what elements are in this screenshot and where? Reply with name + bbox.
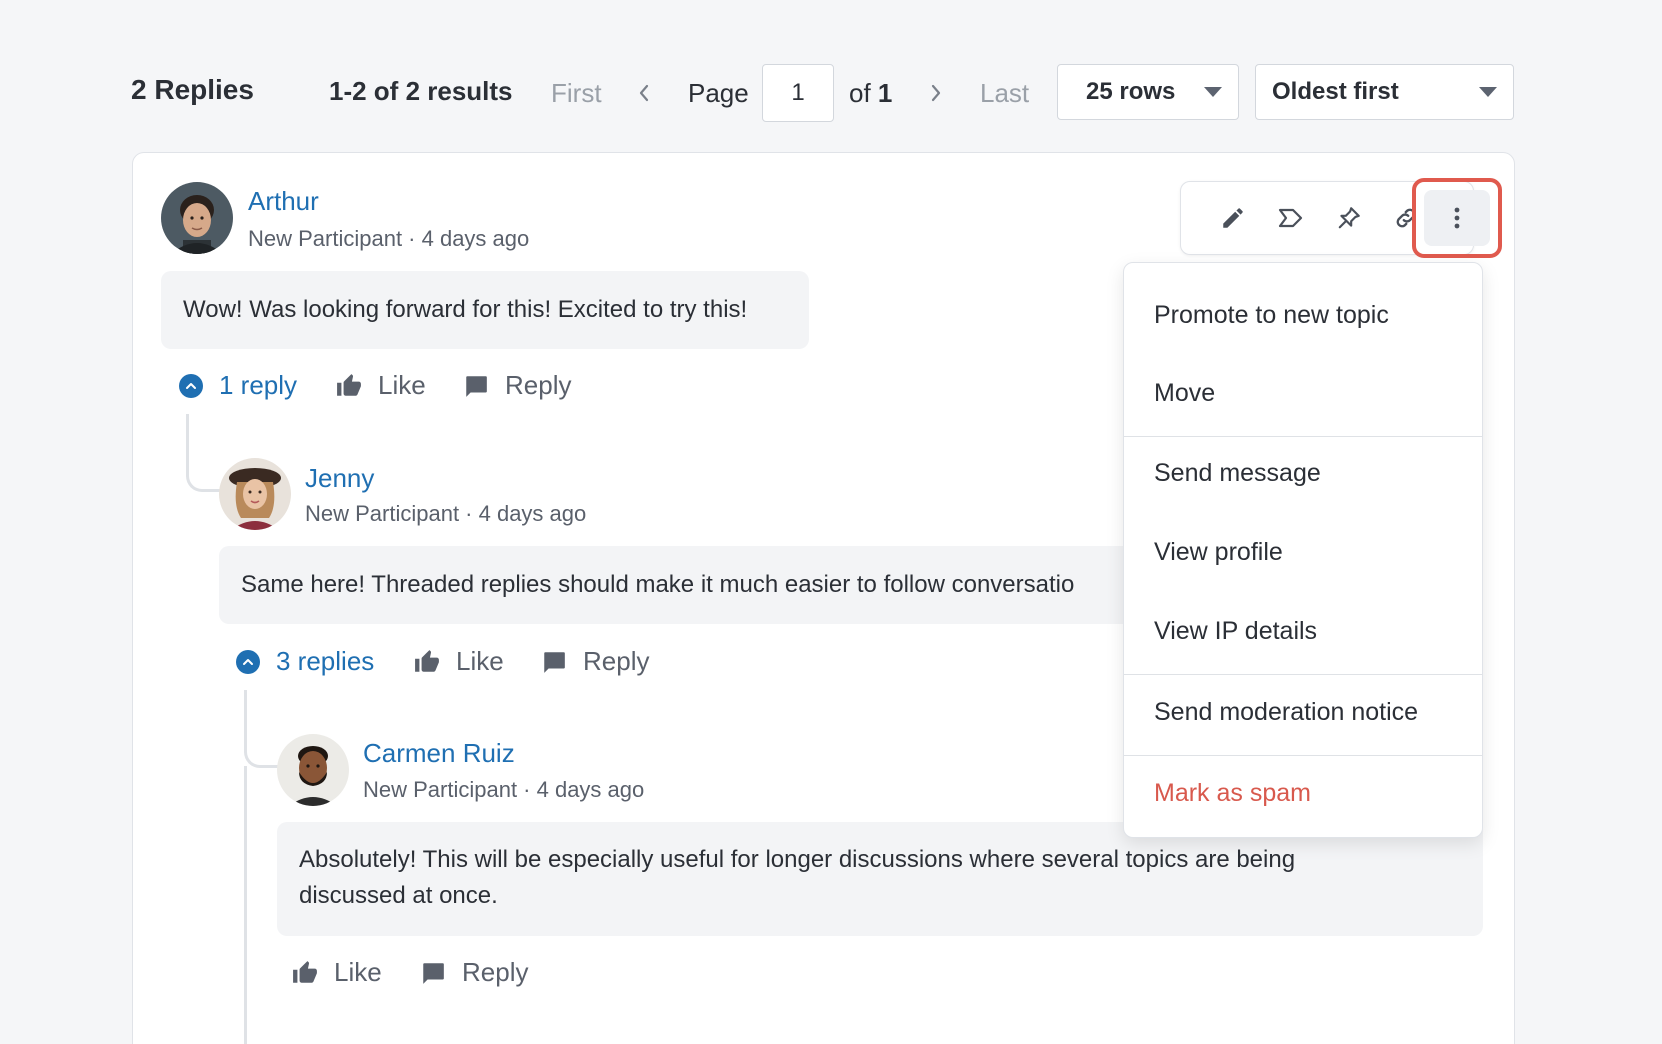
sort-order-value: Oldest first <box>1272 78 1399 105</box>
avatar-arthur[interactable] <box>161 182 233 254</box>
rows-per-page-value: 25 rows <box>1086 78 1176 105</box>
thread-line <box>244 766 247 1044</box>
caret-down-icon <box>1204 87 1222 97</box>
thumbs-up-icon <box>337 373 361 396</box>
comment-icon <box>544 651 565 673</box>
more-vertical-icon[interactable] <box>1424 190 1490 246</box>
results-summary: 1-2 of 2 results <box>329 76 513 106</box>
menu-divider <box>1124 755 1482 756</box>
more-options-menu: Promote to new topic Move Send message V… <box>1123 262 1483 838</box>
sort-order-select[interactable]: Oldest first <box>1255 64 1514 120</box>
menu-item-mark-spam[interactable]: Mark as spam <box>1154 779 1311 808</box>
thumbs-up-icon <box>293 960 317 983</box>
menu-item-view-ip[interactable]: View IP details <box>1154 617 1317 646</box>
post-body-text: Wow! Was looking forward for this! Excit… <box>183 296 748 323</box>
page-label: Page <box>688 78 749 108</box>
chevron-up-icon <box>179 373 203 398</box>
post-body: Wow! Was looking forward for this! Excit… <box>161 271 809 349</box>
author-name[interactable]: Carmen Ruiz <box>363 738 515 769</box>
author-meta: New Participant · 4 days ago <box>305 501 587 526</box>
menu-item-move[interactable]: Move <box>1154 379 1215 408</box>
author-meta: New Participant · 4 days ago <box>363 777 645 802</box>
menu-item-moderation-notice[interactable]: Send moderation notice <box>1154 698 1418 727</box>
reply-button[interactable]: Reply <box>463 370 571 401</box>
menu-item-promote[interactable]: Promote to new topic <box>1154 301 1389 330</box>
more-options-highlight <box>1412 178 1502 258</box>
comment-icon <box>423 962 444 984</box>
chevron-up-icon <box>236 649 260 674</box>
toggle-replies-label: 1 reply <box>219 370 298 400</box>
reply-label: Reply <box>583 646 650 676</box>
caret-down-icon <box>1479 87 1497 97</box>
chevron-right-icon[interactable] <box>924 78 948 108</box>
post-body-line: discussed at once. <box>299 882 498 909</box>
label-icon[interactable] <box>1273 200 1309 236</box>
post-body-line: Absolutely! This will be especially usef… <box>299 846 1296 873</box>
menu-item-view-profile[interactable]: View profile <box>1154 538 1283 567</box>
comment-icon <box>466 375 487 397</box>
chevron-left-icon[interactable] <box>632 78 656 108</box>
like-label: Like <box>334 957 382 987</box>
menu-item-send-message[interactable]: Send message <box>1154 459 1321 488</box>
author-meta: New Participant · 4 days ago <box>248 226 530 251</box>
reply-button[interactable]: Reply <box>420 957 528 988</box>
post-body: Absolutely! This will be especially usef… <box>277 822 1483 936</box>
total-pages: 1 <box>877 78 893 108</box>
thread-connector <box>186 414 220 492</box>
author-name[interactable]: Arthur <box>248 186 319 217</box>
toggle-replies-button[interactable]: 1 reply <box>179 370 297 401</box>
like-button[interactable]: Like <box>414 646 504 677</box>
post-body: Same here! Threaded replies should make … <box>219 546 1123 624</box>
last-page-link[interactable]: Last <box>980 78 1029 109</box>
like-button[interactable]: Like <box>336 370 426 401</box>
menu-divider <box>1124 436 1482 437</box>
page-total: of 1 <box>849 78 892 109</box>
first-page-link[interactable]: First <box>551 78 602 109</box>
reply-button[interactable]: Reply <box>541 646 649 677</box>
reply-label: Reply <box>505 370 572 400</box>
reply-label: Reply <box>462 957 529 987</box>
page-number-input[interactable] <box>762 64 834 122</box>
replies-count-title: 2 Replies <box>131 74 254 105</box>
pin-icon[interactable] <box>1331 200 1367 236</box>
like-label: Like <box>456 646 504 676</box>
rows-per-page-select[interactable]: 25 rows <box>1057 64 1239 120</box>
menu-divider <box>1124 674 1482 675</box>
post-body-text: Same here! Threaded replies should make … <box>241 571 1075 598</box>
of-prefix: of <box>849 78 871 108</box>
thread-connector <box>244 690 278 768</box>
avatar-carmen-ruiz[interactable] <box>277 734 349 806</box>
pencil-icon[interactable] <box>1215 200 1251 236</box>
thumbs-up-icon <box>415 649 439 672</box>
avatar-jenny[interactable] <box>219 458 291 530</box>
like-button[interactable]: Like <box>292 957 382 988</box>
toggle-replies-button[interactable]: 3 replies <box>236 646 374 677</box>
like-label: Like <box>378 370 426 400</box>
author-name[interactable]: Jenny <box>305 463 374 494</box>
toggle-replies-label: 3 replies <box>276 646 375 676</box>
